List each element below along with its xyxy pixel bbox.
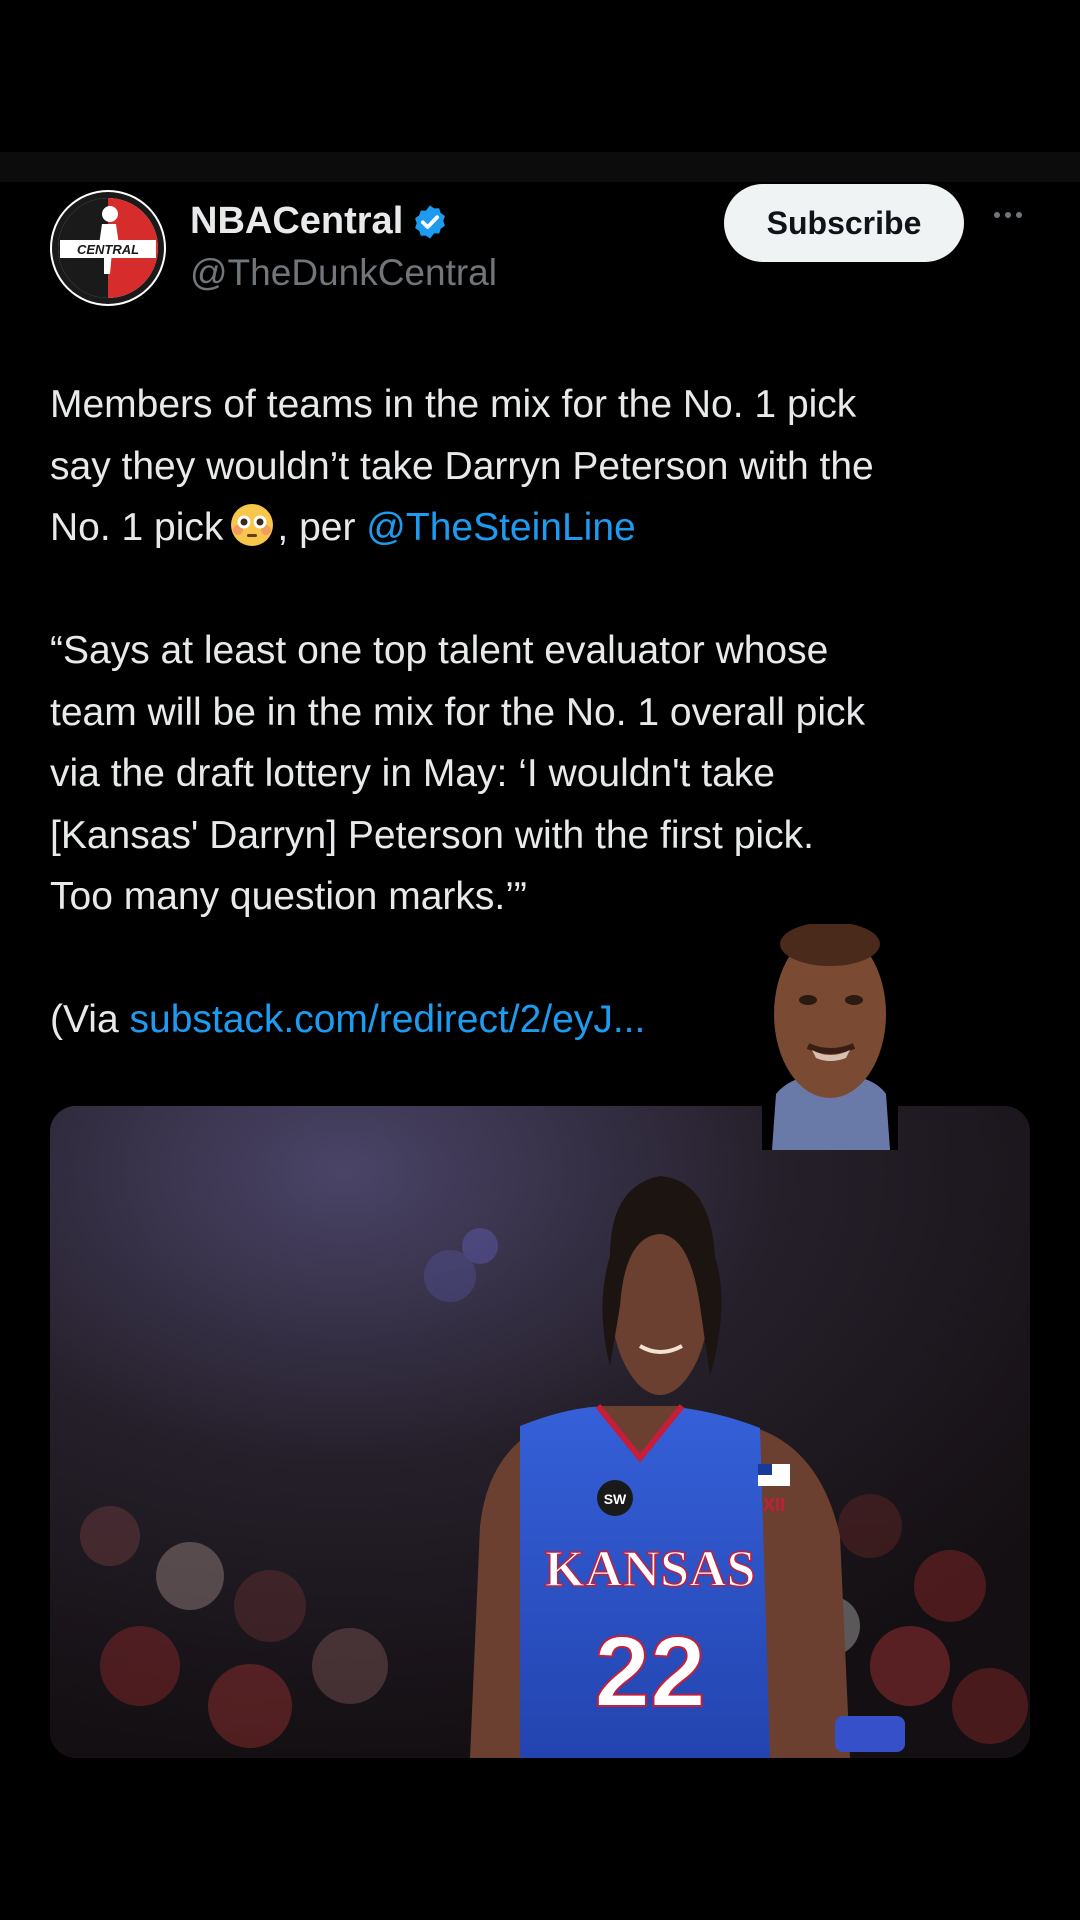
reactor-webcam-overlay [762, 924, 898, 1150]
tweet-media-image[interactable]: KANSAS 22 SW XII [50, 1106, 1030, 1758]
quote-line: [Kansas' Darryn] Peterson with the first… [50, 813, 814, 857]
jersey-team-text: KANSAS [545, 1541, 756, 1598]
tweet-line: Members of teams in the mix for the No. … [50, 383, 857, 426]
quote-line: “Says at least one top talent evaluator … [50, 629, 829, 672]
jersey-conf-text: XII [763, 1495, 785, 1515]
tweet-header: CENTRAL NBACentral @TheDunkCentral Subsc… [0, 182, 1080, 322]
status-strip [0, 152, 1080, 182]
account-avatar[interactable]: CENTRAL [50, 190, 166, 306]
tweet-line: No. 1 pick , per @TheSteinLine [50, 497, 1040, 559]
name-row: NBACentral [190, 200, 449, 243]
jersey-patch-text: SW [604, 1491, 627, 1507]
quote-line: via the draft lottery in May: ‘I wouldn'… [50, 752, 775, 795]
more-options-icon[interactable] [986, 200, 1030, 230]
basketball-player-photo: KANSAS 22 SW XII [50, 1106, 1030, 1758]
tweet-line-text: No. 1 pick [50, 506, 224, 549]
account-handle[interactable]: @TheDunkCentral [190, 252, 497, 294]
subscribe-button[interactable]: Subscribe [724, 184, 964, 262]
quote-line: team will be in the mix for the No. 1 ov… [50, 690, 866, 734]
reactor-face-image [762, 924, 898, 1150]
jersey-number-text: 22 [594, 1616, 705, 1728]
via-link[interactable]: substack.com/redirect/2/eyJ... [130, 998, 646, 1041]
verified-badge-icon [411, 203, 449, 241]
via-prefix: (Via [50, 998, 130, 1041]
nbacentral-logo: CENTRAL [52, 192, 164, 304]
avatar-text: CENTRAL [77, 242, 139, 257]
account-name[interactable]: NBACentral [190, 200, 403, 243]
tweet-line-text: , per [277, 506, 367, 549]
flushed-face-emoji-icon [229, 502, 275, 548]
mention-link[interactable]: @TheSteinLine [366, 506, 635, 549]
quote-line: Too many question marks.’” [50, 875, 527, 918]
tweet-line: say they wouldn’t take Darryn Peterson w… [50, 444, 874, 488]
